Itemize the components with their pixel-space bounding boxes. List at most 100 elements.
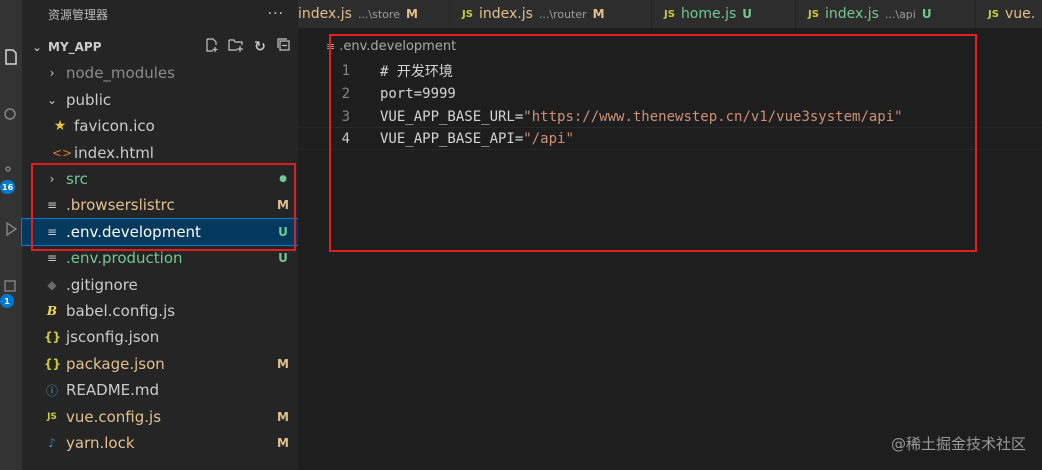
code-line[interactable]: 2 port=9999 <box>298 82 1042 105</box>
tree-item-public[interactable]: ⌄ public <box>22 87 298 113</box>
file-lines-icon: ≡ <box>46 251 58 265</box>
more-actions-icon[interactable]: ··· <box>268 6 284 22</box>
file-lines-icon: ≡ <box>46 225 58 239</box>
code-line-current[interactable]: 4 VUE_APP_BASE_API="/api" <box>298 127 1042 150</box>
env-key: VUE_APP_BASE_API= <box>380 130 524 147</box>
tree-item-favicon[interactable]: ★ favicon.ico <box>22 113 298 139</box>
editor-tabs: index.js ...\store M JS index.js ...\rou… <box>298 0 1042 28</box>
js-file-icon: JS <box>462 8 473 20</box>
code-editor[interactable]: ≡ .env.development 1 # 开发环境 2 port=9999 … <box>298 28 1042 470</box>
tree-item-node-modules[interactable]: › node_modules <box>22 60 298 86</box>
tree-item-env-development[interactable]: ≡ .env.development U <box>21 218 299 246</box>
env-value: "https://www.thenewstep.cn/v1/vue3system… <box>523 108 903 125</box>
json-icon: {} <box>44 330 62 344</box>
line-text: VUE_APP_BASE_URL="https://www.thenewstep… <box>380 109 903 125</box>
tree-item-label: jsconfig.json <box>66 328 160 346</box>
tab-path: ...\api <box>884 7 916 21</box>
js-file-icon: JS <box>988 8 999 20</box>
tree-item-index-html[interactable]: <> index.html <box>22 140 298 166</box>
git-status-badge: M <box>277 357 289 371</box>
tree-item-label: .gitignore <box>66 276 138 294</box>
tree-item-label: .browserslistrc <box>66 196 175 214</box>
tree-item-label: index.html <box>74 144 154 162</box>
chevron-right-icon: › <box>49 66 55 80</box>
tab-vue-config[interactable]: JS vue. <box>976 0 1042 28</box>
breadcrumb[interactable]: ≡ .env.development <box>326 39 456 54</box>
tree-item-label: favicon.ico <box>74 117 155 135</box>
new-file-icon[interactable] <box>204 38 220 56</box>
tab-path: ...\store <box>357 7 400 21</box>
git-status-badge: M <box>277 198 289 212</box>
tree-item-label: .env.development <box>66 223 201 241</box>
tab-name: home.js <box>680 6 737 22</box>
git-status-badge: M <box>277 410 289 424</box>
info-icon: ⓘ <box>45 383 58 398</box>
js-file-icon: JS <box>47 412 57 422</box>
yarn-icon: ♪ <box>48 436 56 450</box>
tab-name: vue. <box>1004 6 1036 22</box>
line-number: 2 <box>341 85 350 102</box>
chevron-down-icon: ⌄ <box>32 40 42 54</box>
line-text: port=9999 <box>380 85 456 102</box>
js-file-icon: JS <box>808 8 819 20</box>
tab-path: ...\router <box>538 7 587 21</box>
source-control-badge: 16 <box>0 180 16 194</box>
line-number: 1 <box>341 62 350 79</box>
env-value: "/api" <box>523 130 574 147</box>
tree-item-jsconfig[interactable]: {} jsconfig.json <box>22 324 298 350</box>
tab-name: index.js <box>824 6 879 22</box>
extensions-badge: 1 <box>0 294 14 308</box>
explorer-icon[interactable] <box>0 46 22 68</box>
tab-status: M <box>405 7 418 21</box>
tree-item-label: src <box>66 170 88 188</box>
git-status-badge: U <box>278 225 288 239</box>
tab-name: index.js <box>298 6 352 22</box>
json-icon: {} <box>44 357 62 371</box>
search-icon[interactable] <box>0 104 22 126</box>
git-icon: ◆ <box>47 278 57 292</box>
tree-item-label: yarn.lock <box>66 434 135 452</box>
explorer-sidebar: 资源管理器 ··· ⌄ MY_APP ↻ › node_modules ⌄ pu… <box>21 0 299 470</box>
tree-item-gitignore[interactable]: ◆ .gitignore <box>22 272 298 298</box>
workspace-section-header[interactable]: ⌄ MY_APP ↻ <box>22 36 298 58</box>
tree-item-label: public <box>66 91 112 109</box>
explorer-title: 资源管理器 <box>48 7 109 22</box>
tree-item-label: babel.config.js <box>66 302 176 320</box>
js-file-icon: JS <box>664 8 675 20</box>
tab-router-index[interactable]: JS index.js ...\router M <box>450 0 652 28</box>
code-line[interactable]: 1 # 开发环境 <box>298 59 1042 82</box>
file-lines-icon: ≡ <box>326 40 336 53</box>
tree-item-readme[interactable]: ⓘ README.md <box>22 377 298 403</box>
tree-item-browserslistrc[interactable]: ≡ .browserslistrc M <box>22 192 298 218</box>
html-icon: <> <box>52 146 73 160</box>
refresh-icon[interactable]: ↻ <box>252 39 268 55</box>
activity-bar: 16 1 <box>0 0 22 470</box>
collapse-icon[interactable] <box>276 38 292 56</box>
chevron-down-icon: ⌄ <box>46 93 58 107</box>
tab-api-index[interactable]: JS index.js ...\api U <box>796 0 976 28</box>
git-status-badge: U <box>278 251 288 265</box>
run-debug-icon[interactable] <box>0 218 22 240</box>
tree-item-env-production[interactable]: ≡ .env.production U <box>22 245 298 271</box>
babel-icon: B <box>46 304 58 318</box>
tree-item-yarn-lock[interactable]: ♪ yarn.lock M <box>22 430 298 456</box>
tree-item-src[interactable]: › src ● <box>22 166 298 192</box>
tab-status: M <box>592 7 605 21</box>
tab-status: U <box>921 7 932 21</box>
tree-item-babel-config[interactable]: B babel.config.js <box>22 298 298 324</box>
tree-item-label: .env.production <box>66 249 183 267</box>
tab-store-index[interactable]: index.js ...\store M <box>298 0 450 28</box>
breadcrumb-file: .env.development <box>339 39 457 54</box>
code-line[interactable]: 3 VUE_APP_BASE_URL="https://www.thenewst… <box>298 105 1042 128</box>
tree-item-vue-config[interactable]: JS vue.config.js M <box>22 404 298 430</box>
tab-home[interactable]: JS home.js U <box>652 0 796 28</box>
extensions-icon[interactable] <box>0 274 22 296</box>
new-folder-icon[interactable] <box>228 38 244 56</box>
git-status-dot: ● <box>279 174 287 184</box>
tree-item-package-json[interactable]: {} package.json M <box>22 351 298 377</box>
tree-item-label: node_modules <box>66 64 175 82</box>
tab-name: index.js <box>478 6 533 22</box>
tree-item-label: package.json <box>66 355 165 373</box>
tree-item-label: vue.config.js <box>66 408 162 426</box>
file-lines-icon: ≡ <box>46 198 58 212</box>
